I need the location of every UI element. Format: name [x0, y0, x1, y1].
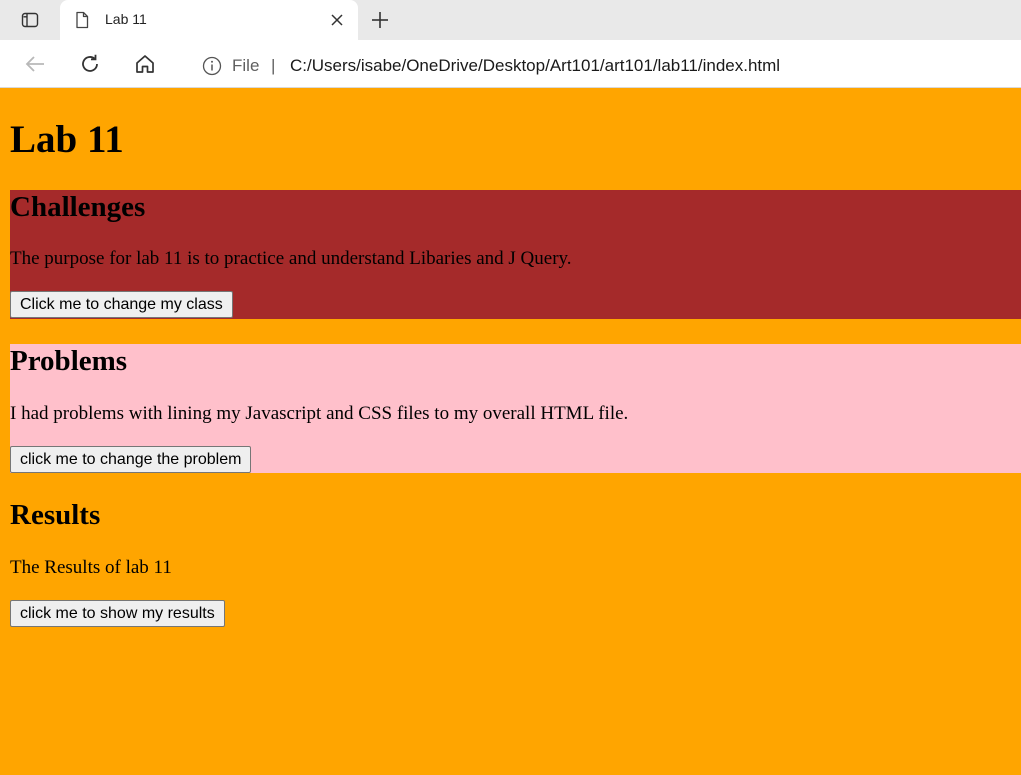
results-heading: Results: [10, 499, 101, 531]
page-icon: [76, 11, 89, 29]
change-problem-button[interactable]: click me to change the problem: [10, 446, 252, 473]
refresh-icon: [82, 54, 98, 72]
tab-close-button[interactable]: [328, 11, 346, 29]
page-title: Lab 11: [10, 118, 124, 161]
sidebar-toggle-button[interactable]: [12, 8, 48, 32]
close-icon: [331, 14, 343, 26]
new-tab-button[interactable]: [366, 7, 394, 33]
address-separator: |: [271, 56, 276, 75]
back-arrow-icon: [25, 56, 44, 72]
results-text: The Results of lab 11: [10, 557, 172, 578]
page-content: Lab 11 Challenges The purpose for lab 11…: [0, 89, 1021, 775]
info-icon[interactable]: [202, 56, 222, 76]
plus-icon: [372, 12, 388, 28]
results-section: Results The Results of lab 11 click me t…: [10, 498, 1021, 638]
refresh-button[interactable]: [75, 50, 105, 78]
problems-heading: Problems: [10, 345, 128, 377]
browser-toolbar: File | C:/Users/isabe/OneDrive/Desktop/A…: [0, 40, 1021, 88]
change-class-button[interactable]: Click me to change my class: [10, 291, 233, 318]
back-button[interactable]: [20, 50, 50, 78]
home-icon: [136, 55, 154, 73]
tab-bar: Lab 11: [0, 0, 1021, 40]
sidebar-toggle-icon: [21, 12, 39, 28]
url-text[interactable]: C:/Users/isabe/OneDrive/Desktop/Art101/a…: [290, 56, 780, 76]
scheme-label: File: [232, 56, 260, 75]
problems-text: I had problems with lining my Javascript…: [10, 403, 629, 424]
tab-lab11[interactable]: Lab 11: [60, 0, 358, 40]
home-button[interactable]: [130, 50, 160, 78]
challenges-heading: Challenges: [10, 191, 146, 223]
problems-section: Problems I had problems with lining my J…: [10, 344, 1021, 473]
tab-title: Lab 11: [105, 11, 147, 27]
challenges-section: Challenges The purpose for lab 11 is to …: [10, 190, 1021, 319]
address-bar[interactable]: File | C:/Users/isabe/OneDrive/Desktop/A…: [180, 44, 1021, 84]
challenges-text: The purpose for lab 11 is to practice an…: [10, 248, 572, 269]
show-results-button[interactable]: click me to show my results: [10, 600, 225, 627]
